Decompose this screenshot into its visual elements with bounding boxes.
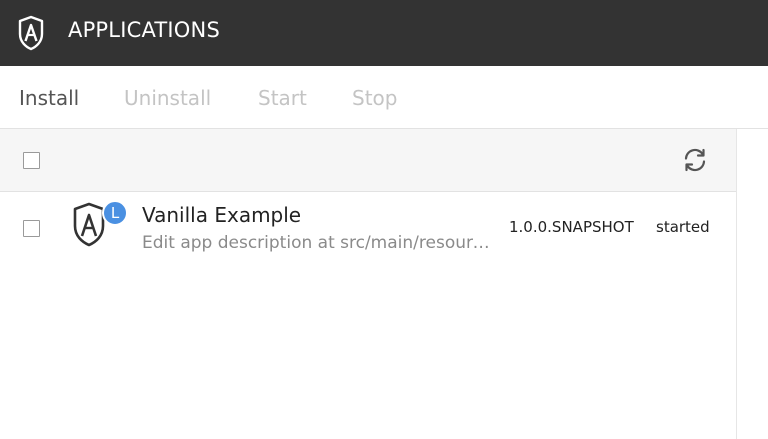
action-toolbar: Install Uninstall Start Stop xyxy=(0,66,768,129)
app-header: APPLICATIONS xyxy=(0,0,768,66)
page-title: APPLICATIONS xyxy=(68,18,220,42)
refresh-icon[interactable] xyxy=(681,146,709,174)
uninstall-button[interactable]: Uninstall xyxy=(124,86,211,110)
install-button[interactable]: Install xyxy=(19,86,79,110)
side-panel xyxy=(736,129,768,439)
select-all-checkbox[interactable] xyxy=(23,152,40,169)
list-header xyxy=(0,129,736,192)
app-shield-icon xyxy=(73,202,105,247)
app-status: started xyxy=(656,218,710,236)
app-shield-logo-icon xyxy=(18,15,44,51)
app-description: Edit app description at src/main/resourc… xyxy=(142,233,494,253)
row-select-checkbox[interactable] xyxy=(23,220,40,237)
status-badge: L xyxy=(102,200,128,226)
app-version: 1.0.0.SNAPSHOT xyxy=(509,218,634,236)
start-button[interactable]: Start xyxy=(258,86,307,110)
stop-button[interactable]: Stop xyxy=(352,86,397,110)
list-item[interactable]: L Vanilla Example Edit app description a… xyxy=(0,192,736,264)
applications-list: L Vanilla Example Edit app description a… xyxy=(0,129,736,439)
app-name: Vanilla Example xyxy=(142,203,302,227)
